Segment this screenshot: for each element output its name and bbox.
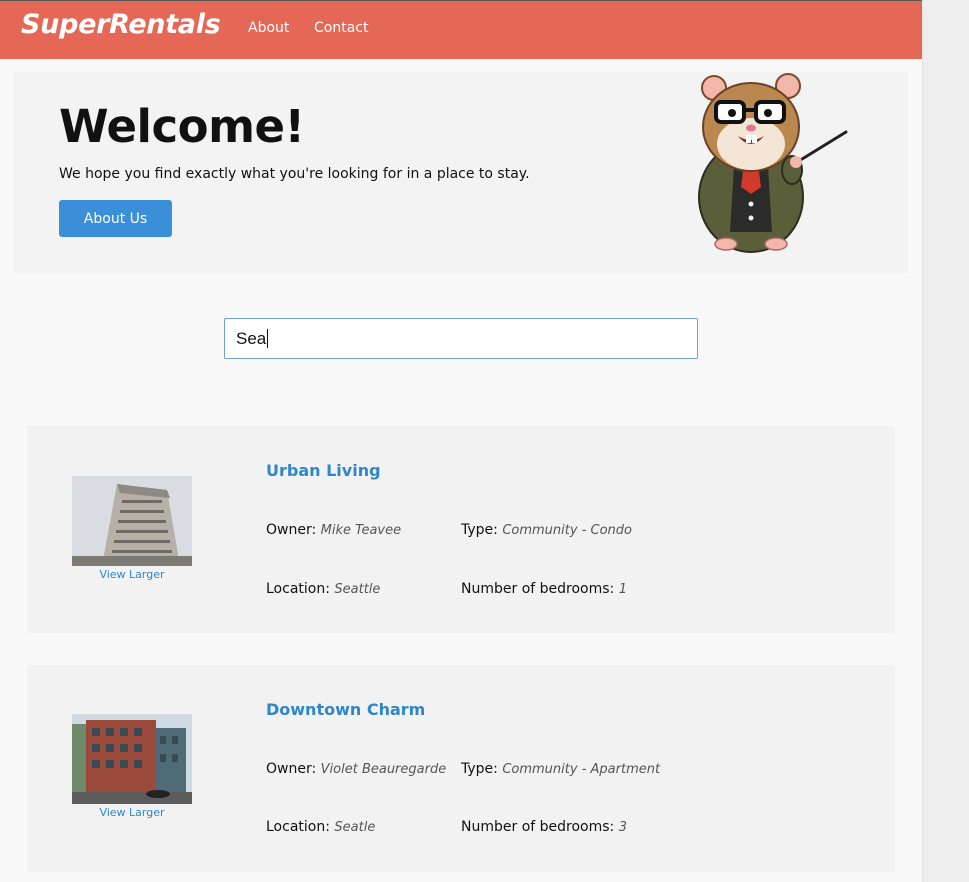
tagline: We hope you find exactly what you're loo… [59, 166, 530, 182]
type-field: Type: Community - Apartment [461, 761, 660, 777]
nav-link-about[interactable]: About [248, 20, 289, 36]
type-value: Community - Apartment [502, 762, 661, 777]
tomster-hamster-teacher-icon [698, 73, 848, 253]
owner-value: Violet Beauregarde [320, 762, 447, 777]
rental-listing: View Larger Downtown Charm Owner: Violet… [27, 665, 895, 872]
welcome-jumbotron: Welcome! We hope you find exactly what y… [14, 72, 908, 273]
location-field: Location: Seatle [266, 819, 375, 835]
location-value: Seatle [334, 820, 376, 835]
location-label: Location: [266, 581, 330, 597]
owner-field: Owner: Violet Beauregarde [266, 761, 446, 777]
type-value: Community - Condo [502, 523, 632, 538]
location-label: Location: [266, 819, 330, 835]
owner-label: Owner: [266, 761, 317, 777]
owner-value: Mike Teavee [320, 523, 402, 538]
owner-label: Owner: [266, 522, 317, 538]
location-value: Seattle [334, 582, 381, 597]
rental-photo-urban-living[interactable] [72, 476, 192, 566]
type-label: Type: [461, 522, 498, 538]
bedrooms-value: 3 [618, 820, 627, 835]
navbar: SuperRentals About Contact [0, 0, 922, 59]
type-label: Type: [461, 761, 498, 777]
owner-field: Owner: Mike Teavee [266, 522, 401, 538]
nav-link-contact[interactable]: Contact [314, 20, 368, 36]
bedrooms-value: 1 [618, 582, 627, 597]
location-field: Location: Seattle [266, 581, 380, 597]
bedrooms-field: Number of bedrooms: 1 [461, 581, 627, 597]
type-field: Type: Community - Condo [461, 522, 632, 538]
bedrooms-label: Number of bedrooms: [461, 581, 615, 597]
view-larger-link[interactable]: View Larger [72, 568, 192, 581]
brand-logo[interactable]: SuperRentals [21, 9, 221, 40]
rental-listing: View Larger Urban Living Owner: Mike Tea… [27, 426, 895, 633]
rental-photo-downtown-charm[interactable] [72, 714, 192, 804]
text-caret [267, 329, 269, 348]
listing-title[interactable]: Urban Living [266, 461, 381, 480]
view-larger-link[interactable]: View Larger [72, 806, 192, 819]
page-title: Welcome! [59, 100, 305, 153]
listing-title[interactable]: Downtown Charm [266, 700, 425, 719]
search-input-value: Sea [236, 328, 267, 348]
scrollbar-track[interactable] [922, 0, 969, 882]
bedrooms-field: Number of bedrooms: 3 [461, 819, 627, 835]
search-input[interactable]: Sea [224, 318, 698, 359]
bedrooms-label: Number of bedrooms: [461, 819, 615, 835]
about-us-button[interactable]: About Us [59, 200, 172, 237]
